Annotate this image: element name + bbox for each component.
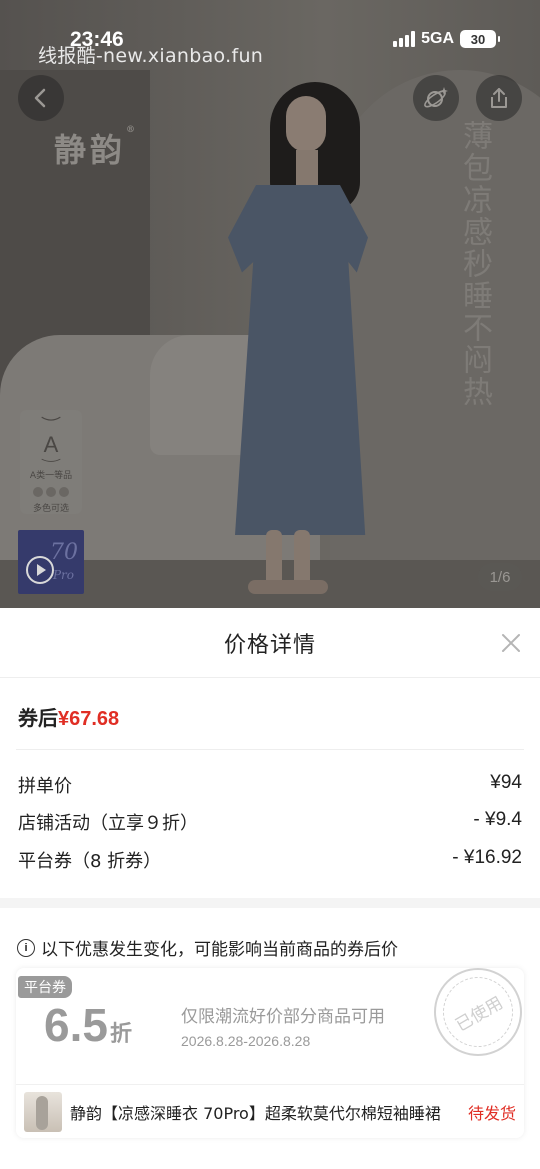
video-number: 70 bbox=[50, 540, 78, 565]
divider bbox=[16, 749, 524, 750]
price-row-group-price: 拼单价 ¥94 bbox=[18, 772, 522, 798]
coupon-tag: 平台券 bbox=[18, 976, 72, 998]
model-feet bbox=[248, 580, 328, 594]
sheet-header: 价格详情 bbox=[0, 608, 540, 678]
coupon-info: 平台券 6.5 折 仅限潮流好价部分商品可用 2026.8.28-2026.8.… bbox=[16, 968, 524, 1083]
model-dress bbox=[228, 185, 368, 535]
video-entry[interactable]: 70 Pro bbox=[18, 530, 84, 594]
after-coupon-value: ¥67.68 bbox=[58, 708, 120, 730]
coupon-product-row[interactable]: 静韵【凉感深睡衣 70Pro】超柔软莫代尔棉短袖睡裙 待发货 bbox=[16, 1086, 524, 1138]
price-row-label: 平台券（8 折券） bbox=[18, 851, 162, 872]
share-icon bbox=[491, 88, 507, 108]
back-button[interactable] bbox=[18, 75, 64, 121]
battery-icon: 30 bbox=[460, 30, 500, 48]
coupon-description: 仅限潮流好价部分商品可用 bbox=[181, 1007, 385, 1027]
order-status: 待发货 bbox=[467, 1104, 516, 1123]
product-image-carousel[interactable]: 静韵® 薄包凉感秒睡不闷热 A A类一等品 多色可选 70 Pro 1/6 bbox=[0, 0, 540, 608]
model-neck bbox=[296, 150, 318, 190]
price-row-label: 拼单价 bbox=[18, 776, 72, 797]
price-row-label: 店铺活动（立享９折） bbox=[18, 813, 198, 834]
share-button[interactable] bbox=[476, 75, 522, 121]
play-icon[interactable] bbox=[26, 556, 54, 584]
grade-badge: A A类一等品 多色可选 bbox=[20, 410, 82, 514]
coupon-card: 平台券 6.5 折 仅限潮流好价部分商品可用 2026.8.28-2026.8.… bbox=[16, 968, 524, 1138]
used-stamp-text: 已使用 bbox=[430, 968, 524, 1060]
notice-text: 以下优惠发生变化，可能影响当前商品的券后价 bbox=[41, 940, 398, 960]
video-suffix: Pro bbox=[52, 568, 74, 582]
after-coupon-label: 券后 bbox=[18, 706, 58, 730]
change-notice: i 以下优惠发生变化，可能影响当前商品的券后价 bbox=[17, 935, 398, 960]
coupon-discount-unit: 折 bbox=[109, 1022, 132, 1047]
color-options-text: 多色可选 bbox=[32, 504, 69, 514]
sheet-title: 价格详情 bbox=[223, 632, 316, 658]
ar-view-button[interactable] bbox=[413, 75, 459, 121]
chevron-left-icon bbox=[34, 88, 46, 108]
coupon-divider bbox=[16, 1084, 524, 1085]
price-row-amount: ¥94 bbox=[490, 772, 522, 793]
price-row-platform-coupon: 平台券（8 折券） - ¥16.92 bbox=[18, 847, 522, 873]
grade-arc-icon bbox=[41, 458, 61, 463]
price-detail-sheet: 价格详情 券后 ¥67.68 拼单价 ¥94 店铺活动（立享９折） - ¥9.4… bbox=[0, 608, 540, 1169]
price-row-amount: - ¥9.4 bbox=[473, 809, 522, 830]
coupon-validity-date: 2026.8.28-2026.8.28 bbox=[181, 1033, 311, 1049]
price-row-amount: - ¥16.92 bbox=[452, 847, 522, 868]
image-page-indicator: 1/6 bbox=[478, 563, 522, 591]
grade-shield-icon bbox=[41, 416, 61, 421]
info-icon: i bbox=[17, 938, 35, 957]
signal-icon bbox=[393, 31, 416, 47]
color-dots bbox=[33, 487, 69, 497]
close-icon bbox=[502, 634, 520, 652]
close-button[interactable] bbox=[496, 628, 526, 658]
coupon-discount-value: 6.5 bbox=[44, 999, 108, 1051]
product-name: 静韵【凉感深睡衣 70Pro】超柔软莫代尔棉短袖睡裙 bbox=[70, 1104, 441, 1123]
grade-letter: A bbox=[43, 432, 59, 458]
watermark-text: 线报酷-new.xianbao.fun bbox=[38, 45, 264, 67]
ar-view-icon bbox=[424, 87, 448, 108]
product-thumbnail bbox=[24, 1092, 62, 1132]
product-slogan: 薄包凉感秒睡不闷热 bbox=[457, 120, 492, 408]
network-type: 5GA bbox=[421, 30, 454, 47]
status-indicators: 5GA 30 bbox=[393, 30, 500, 48]
section-gap bbox=[0, 898, 540, 908]
model-face bbox=[286, 96, 326, 152]
used-stamp-icon: 已使用 bbox=[430, 968, 524, 1060]
price-row-shop-activity: 店铺活动（立享９折） - ¥9.4 bbox=[18, 809, 522, 835]
coupon-discount: 6.5 折 bbox=[44, 998, 132, 1052]
after-coupon-price: 券后 ¥67.68 bbox=[18, 702, 119, 731]
brand-logo: 静韵® bbox=[54, 125, 140, 169]
grade-text: A类一等品 bbox=[29, 471, 73, 481]
